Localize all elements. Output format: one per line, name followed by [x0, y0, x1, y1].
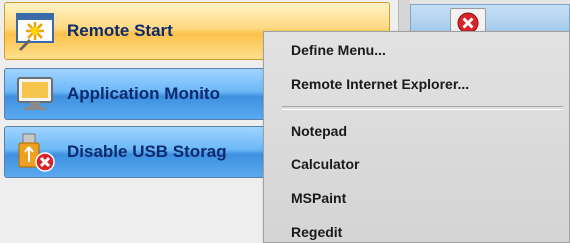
sidebar-item-label: Disable USB Storag	[67, 142, 227, 161]
menu-item-remote-internet-explorer[interactable]: Remote Internet Explorer...	[291, 76, 469, 92]
context-menu: Define Menu... Remote Internet Explorer.…	[263, 31, 570, 243]
menu-item-mspaint[interactable]: MSPaint	[291, 190, 346, 206]
menu-item-calculator[interactable]: Calculator	[291, 156, 359, 172]
usb-disable-icon	[15, 132, 57, 172]
remote-start-icon	[15, 11, 57, 51]
menu-item-regedit[interactable]: Regedit	[291, 224, 342, 240]
sidebar-item-label: Remote Start	[67, 21, 173, 40]
menu-item-notepad[interactable]: Notepad	[291, 123, 347, 139]
sidebar-item-label: Application Monito	[67, 84, 220, 103]
monitor-icon	[15, 74, 57, 114]
menu-separator	[282, 106, 563, 110]
menu-item-define-menu[interactable]: Define Menu...	[291, 42, 386, 58]
